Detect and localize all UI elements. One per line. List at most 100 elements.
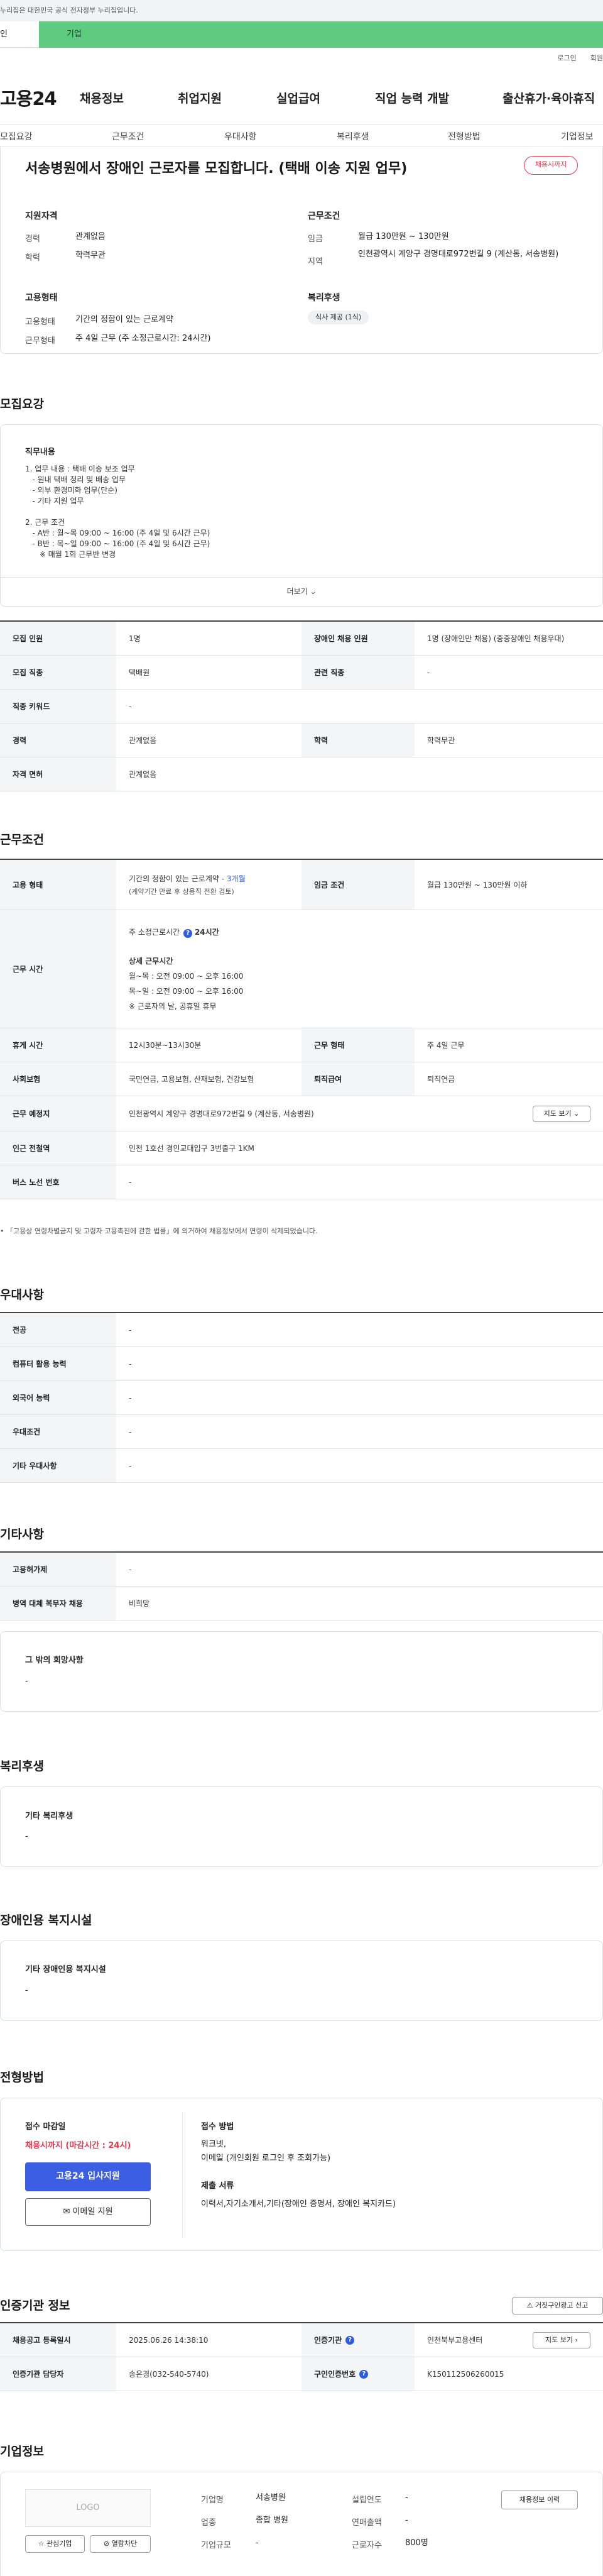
table-cell: - [427, 668, 430, 677]
table-cell: - [129, 1393, 132, 1402]
tab-individual[interactable]: 인 [0, 21, 39, 48]
table-cell: 학력무관 [427, 736, 455, 745]
table-cell: 1명 [129, 634, 141, 643]
welfare-section-title: 복리후생 [0, 1759, 44, 1773]
gnb-divider [0, 124, 603, 125]
disabled-facility-value: - [25, 1986, 28, 1995]
table-header: 근무 시간 [0, 910, 116, 1028]
agency-map-button[interactable]: 지도 보기 › [533, 2332, 590, 2348]
weekly-hours-label: 주 소정근로시간 [129, 927, 180, 937]
gnb-item-leave[interactable]: 출산휴가·육아휴직 [503, 89, 595, 106]
work-form-label: 근무형태 [25, 336, 55, 346]
subnav-conditions[interactable]: 근무조건 [112, 130, 144, 143]
region-value: 인천광역시 계양구 경명대로972번길 9 (계산동, 서송병원) [358, 250, 559, 259]
disabled-facility-section-title: 장애인용 복지시설 [0, 1913, 92, 1927]
table-row: 채용공고 등록일시 2025.06.26 14:38:10 인증기관? 인천북부… [0, 2323, 603, 2357]
table-header: 자격 면허 [0, 757, 116, 791]
table-row: 버스 노선 번호 - [0, 1165, 603, 1199]
deadline-heading: 접수 마감일 [25, 2122, 66, 2132]
table-header: 휴게 시간 [0, 1028, 116, 1062]
table-header: 인증기관? [302, 2323, 415, 2357]
utility-links: 로그인 회원 [557, 53, 603, 63]
table-header: 기타 우대사항 [0, 1449, 116, 1482]
map-button[interactable]: 지도 보기 ⌄ [533, 1106, 590, 1122]
recruit-table: 모집 인원 1명 장애인 채용 인원 1명 (장애인만 채용) (중증장애인 채… [0, 620, 603, 791]
table-cell: 관계없음 [129, 770, 157, 779]
welfare-heading: 복리후생 [308, 293, 340, 303]
subnav-selection[interactable]: 전형방법 [448, 130, 481, 143]
table-cell: - [129, 1461, 132, 1470]
interest-company-button[interactable]: ☆ 관심기업 [25, 2535, 85, 2553]
company-field-label: 설립연도 [352, 2496, 382, 2505]
agency-label: 인증기관 [314, 2336, 342, 2345]
table-header: 버스 노선 번호 [0, 1165, 116, 1199]
employment-heading: 고용형태 [25, 293, 58, 303]
gov-banner-text: 누리집은 대한민국 공식 전자정부 누리집입니다. [0, 6, 138, 14]
table-cell: - [129, 702, 132, 711]
gnb-item-employment-support[interactable]: 취업지원 [178, 89, 222, 106]
table-cell: 1명 (장애인만 채용) (중증장애인 채용우대) [427, 634, 565, 643]
company-field-label: 기업명 [201, 2496, 224, 2505]
table-header: 고용 형태 [0, 860, 116, 910]
more-button[interactable]: 더보기 ⌄ [1, 577, 602, 606]
table-row: 컴퓨터 활용 능력 - [0, 1347, 603, 1381]
table-cell: 인천광역시 계양구 경명대로972번길 9 (계산동, 서송병원) [129, 1109, 314, 1118]
table-row: 전공 - [0, 1313, 603, 1347]
subnav-company[interactable]: 기업정보 [561, 130, 594, 143]
education-label: 학력 [25, 253, 40, 263]
agency-map-label: 지도 보기 [545, 2336, 573, 2344]
career-value: 관계없음 [75, 232, 106, 241]
job-history-button[interactable]: 채용정보 이력 [501, 2491, 578, 2509]
table-row: 사회보험 국민연금, 고용보험, 산재보험, 건강보험 퇴직급여 퇴직연금 [0, 1062, 603, 1096]
tab-business[interactable]: 기업 [39, 21, 603, 48]
conditions-heading: 근무조건 [308, 211, 340, 221]
apply-button[interactable]: 고용24 입사지원 [25, 2162, 151, 2191]
method-line: 이메일 (개인회원 로그인 후 조회가능) [201, 2154, 331, 2163]
table-row: 모집 인원 1명 장애인 채용 인원 1명 (장애인만 채용) (중증장애인 채… [0, 622, 603, 656]
report-ad-button[interactable]: ⚠ 거짓구인광고 신고 [512, 2297, 603, 2315]
employment-type-label: 고용형태 [25, 317, 55, 327]
age-footnote: • 「고용상 연령차별금지 및 고령자 고용촉진에 관한 법률」에 의거하여 채… [0, 1227, 318, 1235]
age-footnote-text: 「고용상 연령차별금지 및 고령자 고용촉진에 관한 법률」에 의거하여 채용정… [6, 1227, 318, 1235]
contract-months: 3개월 [226, 874, 246, 883]
subnav-welfare[interactable]: 복리후생 [337, 130, 369, 143]
subnav-preference[interactable]: 우대사항 [224, 130, 257, 143]
employment-type-cell: 기간의 정함이 있는 근로계약 - 3개월 (계약기간 만료 후 상용직 전환 … [116, 860, 302, 910]
table-row: 우대조건 - [0, 1415, 603, 1449]
table-header: 병역 대체 복무자 채용 [0, 1587, 116, 1620]
block-view-button[interactable]: ⊘ 열람차단 [90, 2535, 151, 2553]
table-header: 고용허가제 [0, 1553, 116, 1586]
disabled-facility-heading: 기타 장애인용 복지시설 [25, 1965, 106, 1974]
region-label: 지역 [308, 257, 323, 267]
interest-company-label: 관심기업 [46, 2540, 72, 2548]
table-header: 채용공고 등록일시 [0, 2323, 116, 2357]
login-link[interactable]: 로그인 [557, 53, 576, 63]
method-line: 워크넷, [201, 2140, 227, 2149]
preference-section-title: 우대사항 [0, 1288, 44, 1302]
table-header: 모집 인원 [0, 622, 116, 655]
selection-section-title: 전형방법 [0, 2071, 44, 2084]
table-cell: 인천 1호선 경인교대입구 3번출구 1KM [129, 1144, 254, 1153]
table-header: 구인인증번호? [302, 2357, 415, 2391]
conditions-section-title: 근무조건 [0, 833, 44, 847]
subnav-recruit[interactable]: 모집요강 [0, 130, 33, 143]
gnb-item-jobs[interactable]: 채용정보 [80, 89, 124, 106]
table-header: 인근 전철역 [0, 1131, 116, 1165]
company-size-value: - [256, 2538, 259, 2548]
wage-label: 임금 [308, 234, 323, 244]
help-icon[interactable]: ? [345, 2335, 355, 2345]
docs-heading: 제출 서류 [201, 2181, 234, 2191]
company-field-value: - [405, 2516, 408, 2525]
table-cell: - [129, 1427, 132, 1436]
table-cell: - [129, 1359, 132, 1368]
email-apply-button[interactable]: ✉ 이메일 지원 [25, 2198, 151, 2226]
chevron-down-icon: ⌄ [310, 587, 317, 596]
help-icon[interactable]: ? [183, 928, 193, 938]
table-cell: 월급 130만원 ~ 130만원 이하 [427, 881, 528, 889]
site-logo[interactable]: 고용24 [0, 84, 57, 111]
table-header: 우대조건 [0, 1415, 116, 1448]
gnb-item-training[interactable]: 직업 능력 개발 [375, 89, 449, 106]
gnb-item-unemployment-benefit[interactable]: 실업급여 [276, 89, 320, 106]
help-icon[interactable]: ? [359, 2369, 369, 2379]
signup-link[interactable]: 회원 [590, 53, 603, 63]
